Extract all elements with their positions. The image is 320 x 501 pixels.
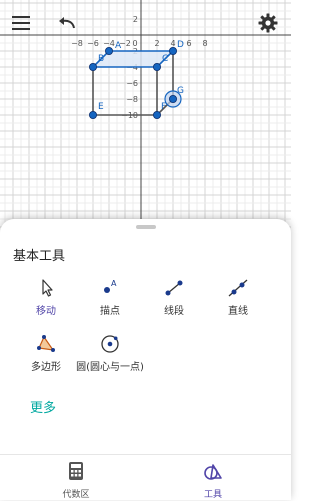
menu-button[interactable] <box>6 8 36 38</box>
point-b[interactable] <box>89 63 98 72</box>
undo-icon <box>59 17 75 29</box>
point-label-e: E <box>98 102 104 112</box>
y-tick-label: 2 <box>133 15 138 24</box>
tool-circle[interactable]: 圆(圆心与一点) <box>75 331 145 374</box>
gear-icon <box>258 13 278 33</box>
point-label-f: F <box>161 102 166 112</box>
graphics-view[interactable]: −8−6−4−2024682−2−4−6−8−10ABCDEFG <box>0 0 291 230</box>
tool-point[interactable]: A 描点 <box>75 275 145 318</box>
point-label-a: A <box>115 41 122 51</box>
point-label-c: C <box>162 54 168 64</box>
tool-segment[interactable]: 线段 <box>139 275 209 318</box>
x-tick-label: −6 <box>87 39 99 48</box>
point-d[interactable] <box>168 47 177 56</box>
y-tick-label: −6 <box>126 79 138 88</box>
svg-text:A: A <box>111 279 117 288</box>
drag-handle[interactable] <box>136 225 156 229</box>
tool-polygon[interactable]: 多边形 <box>11 331 81 374</box>
tool-label: 线段 <box>164 306 184 317</box>
polygon-abcd[interactable] <box>91 50 175 68</box>
x-tick-label: 8 <box>202 39 207 48</box>
x-tick-label: −8 <box>71 39 83 48</box>
nav-label: 代数区 <box>62 490 90 500</box>
line-icon <box>228 279 248 297</box>
x-tick-label: 2 <box>154 39 159 48</box>
circle-icon <box>101 335 119 353</box>
point-c[interactable] <box>152 63 161 72</box>
coordinate-plane[interactable]: −8−6−4−2024682−2−4−6−8−10ABCDEFG <box>0 0 291 230</box>
point-f[interactable] <box>152 111 161 120</box>
x-tick-label: 6 <box>186 39 191 48</box>
tool-label: 圆(圆心与一点) <box>76 362 144 373</box>
point-g[interactable] <box>168 95 177 104</box>
tool-label: 直线 <box>228 306 248 317</box>
settings-button[interactable] <box>253 8 283 38</box>
nav-tools[interactable]: 工具 <box>183 461 243 500</box>
point-a[interactable] <box>105 47 114 56</box>
point-label-b: B <box>98 54 104 64</box>
x-tick-label: −4 <box>103 39 115 48</box>
nav-algebra[interactable]: 代数区 <box>46 461 106 500</box>
bottom-navigation: 代数区 工具 <box>0 454 291 501</box>
undo-button[interactable] <box>52 8 82 38</box>
move-cursor-icon <box>42 279 53 297</box>
nav-label: 工具 <box>203 490 222 500</box>
panel-title: 基本工具 <box>13 249 66 264</box>
menu-icon <box>12 16 30 30</box>
tool-move[interactable]: 移动 <box>11 275 81 318</box>
tools-panel: 基本工具 移动 A 描点 线段 直线 多边形 圆(圆心与一点) 更多 代数区 工… <box>0 219 291 500</box>
segment-icon <box>165 280 183 296</box>
polygon-icon <box>37 335 55 352</box>
more-tools-link[interactable]: 更多 <box>30 397 56 416</box>
point-label-g: G <box>177 86 184 96</box>
tool-line[interactable]: 直线 <box>203 275 273 318</box>
point-e[interactable] <box>89 111 98 120</box>
x-tick-label: 4 <box>170 39 175 48</box>
point-icon: A <box>104 279 117 293</box>
y-tick-label: −8 <box>126 95 138 104</box>
tool-label: 移动 <box>36 306 56 317</box>
tools-icon <box>204 464 222 480</box>
tool-label: 描点 <box>100 306 120 317</box>
calculator-icon <box>69 462 83 480</box>
point-label-d: D <box>177 40 184 50</box>
tool-label: 多边形 <box>31 362 61 373</box>
